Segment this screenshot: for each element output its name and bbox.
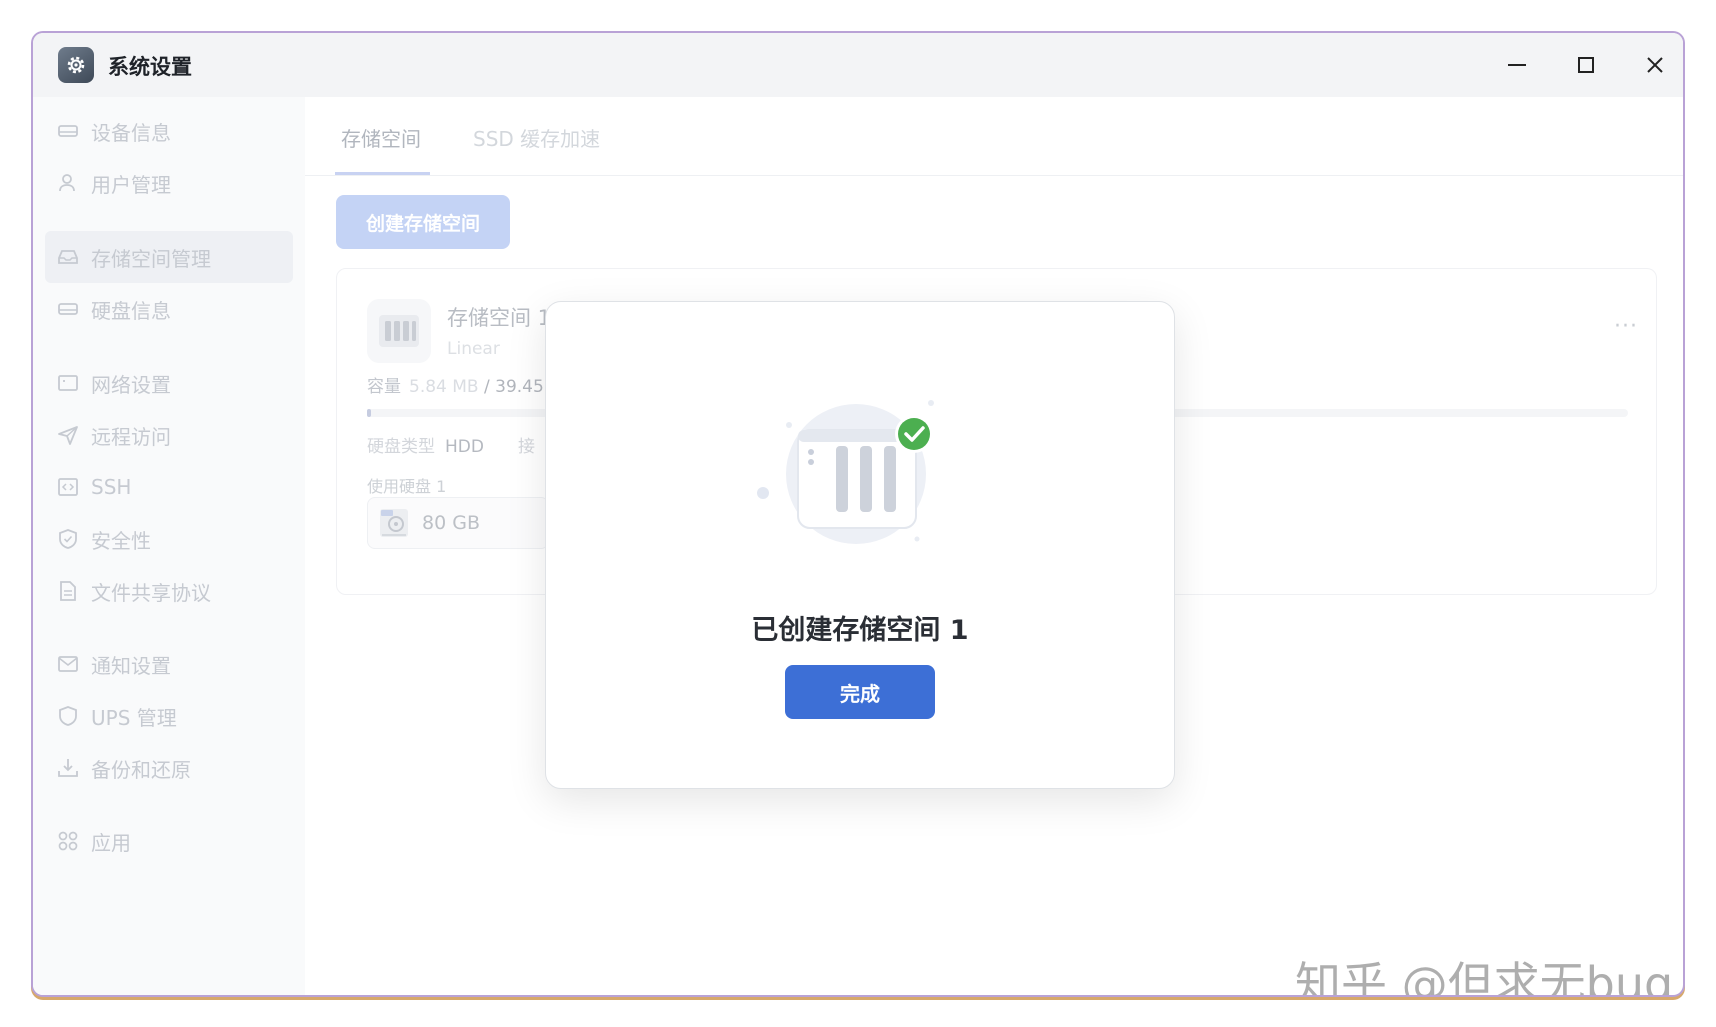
done-button[interactable]: 完成 [785, 665, 935, 719]
title-bar: 系统设置 [33, 33, 1683, 97]
tab-divider [305, 175, 1683, 176]
watermark: 知乎 @但求无bug [1295, 957, 1674, 995]
more-options-icon[interactable]: ··· [1614, 314, 1638, 339]
disk-size: 80 GB [422, 512, 480, 534]
sidebar-item-label: 存储空间管理 [91, 246, 211, 271]
dialog-title: 已创建存储空间 1 [751, 615, 969, 646]
sidebar-item-label: 文件共享协议 [91, 580, 211, 605]
used-disks-label: 使用硬盘 1 [367, 477, 447, 496]
hdd-icon [378, 507, 410, 539]
gear-icon [58, 47, 94, 83]
sidebar-item-notifications[interactable]: 通知设置 [45, 638, 293, 690]
sidebar-item-label: 用户管理 [91, 172, 171, 197]
sidebar-item-disk-info[interactable]: 硬盘信息 [45, 283, 293, 335]
storage-pool-type: Linear [447, 339, 500, 359]
mail-icon [55, 651, 81, 677]
sidebar-item-remote-access[interactable]: 远程访问 [45, 409, 293, 461]
maximize-button[interactable] [1570, 49, 1602, 81]
sidebar-item-apps[interactable]: 应用 [45, 815, 293, 867]
minimize-icon [1508, 64, 1526, 66]
sidebar-item-label: SSH [91, 475, 132, 499]
send-icon [55, 422, 81, 448]
sidebar-item-label: 远程访问 [91, 424, 171, 449]
sidebar-item-label: 设备信息 [91, 120, 171, 145]
sidebar: 设备信息 用户管理 存储空间管理 硬盘信息 网络设置 远程访问 SSH 安全性 [33, 97, 305, 995]
close-icon [1647, 57, 1663, 73]
sidebar-item-label: 安全性 [91, 528, 151, 553]
network-icon [55, 370, 81, 396]
storage-created-illustration [736, 382, 976, 572]
sidebar-item-label: 硬盘信息 [91, 298, 171, 323]
sidebar-item-security[interactable]: 安全性 [45, 513, 293, 565]
sidebar-item-user-management[interactable]: 用户管理 [45, 157, 293, 209]
tab-ssd-cache[interactable]: SSD 缓存加速 [473, 123, 600, 152]
create-storage-button[interactable]: 创建存储空间 [336, 195, 510, 249]
close-button[interactable] [1639, 49, 1671, 81]
ssh-icon [55, 474, 81, 500]
capacity-row: 容量 5.84 MB / 39.45 [367, 372, 544, 397]
disk-type-row: 硬盘类型 HDD 接 [367, 432, 535, 457]
disk-type-label: 硬盘类型 [367, 437, 435, 457]
capacity-total: / 39.45 [484, 377, 544, 397]
maximize-icon [1578, 57, 1594, 73]
sidebar-item-label: 通知设置 [91, 653, 171, 678]
sidebar-item-storage-management[interactable]: 存储空间管理 [45, 231, 293, 283]
sidebar-item-label: 应用 [91, 830, 131, 855]
shield-check-icon [55, 526, 81, 552]
sidebar-item-label: 备份和还原 [91, 757, 191, 782]
storage-icon [55, 244, 81, 270]
sidebar-item-device-info[interactable]: 设备信息 [45, 105, 293, 157]
capacity-used: 5.84 MB [409, 377, 479, 397]
sidebar-item-network[interactable]: 网络设置 [45, 357, 293, 409]
capacity-progress-fill [367, 409, 371, 417]
disk-chip[interactable]: 80 GB [367, 497, 549, 549]
window-title: 系统设置 [108, 55, 192, 79]
tab-storage[interactable]: 存储空间 [341, 123, 421, 152]
shield-icon [55, 703, 81, 729]
user-icon [55, 170, 81, 196]
sidebar-item-ups[interactable]: UPS 管理 [45, 690, 293, 742]
apps-icon [55, 828, 81, 854]
success-dialog: 已创建存储空间 1 完成 [545, 301, 1175, 789]
sidebar-item-file-sharing[interactable]: 文件共享协议 [45, 565, 293, 617]
device-icon [55, 118, 81, 144]
sidebar-item-label: 网络设置 [91, 372, 171, 397]
storage-pool-name: 存储空间 1 [447, 306, 552, 330]
sidebar-item-label: UPS 管理 [91, 705, 177, 730]
sidebar-item-ssh[interactable]: SSH [45, 461, 293, 513]
file-icon [55, 578, 81, 604]
sidebar-item-backup-restore[interactable]: 备份和还原 [45, 742, 293, 794]
disk-type-value: HDD [445, 437, 484, 457]
disk-icon [55, 296, 81, 322]
capacity-label: 容量 [367, 377, 401, 397]
download-icon [55, 755, 81, 781]
storage-pool-icon [367, 299, 431, 363]
minimize-button[interactable] [1501, 49, 1533, 81]
interface-label: 接 [517, 437, 535, 457]
